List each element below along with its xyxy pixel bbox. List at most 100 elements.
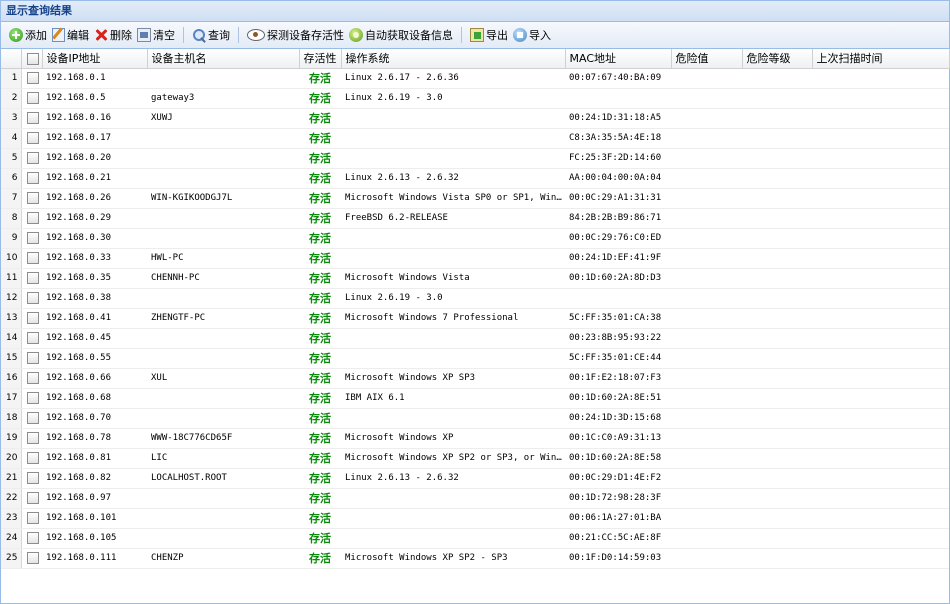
row-checkbox[interactable] <box>21 348 42 369</box>
row-checkbox[interactable] <box>21 408 42 429</box>
row-checkbox[interactable] <box>21 468 42 489</box>
table-row[interactable]: 11 192.168.0.35 CHENNH-PC 存活 Microsoft Windo… <box>1 268 949 289</box>
cell-risk-value <box>671 348 742 369</box>
cell-ip: 192.168.0.29 <box>42 208 147 229</box>
table-row[interactable]: 23 192.168.0.101 存活 00:06:1A:27:01:BA <box>1 508 949 529</box>
row-checkbox[interactable] <box>21 508 42 529</box>
column-header-hostname[interactable]: 设备主机名 <box>147 49 300 69</box>
row-checkbox[interactable] <box>21 148 42 169</box>
column-header-risk-value[interactable]: 危险值 <box>671 49 743 69</box>
select-all-checkbox[interactable] <box>21 49 43 69</box>
cell-mac: FC:25:3F:2D:14:60 <box>565 148 671 169</box>
table-row[interactable]: 8 192.168.0.29 存活 FreeBSD 6.2-RELEASE 84:2B:… <box>1 208 949 229</box>
table-row[interactable]: 13 192.168.0.41 ZHENGTF-PC 存活 Microsoft Wind… <box>1 308 949 329</box>
cell-os <box>341 408 565 429</box>
row-checkbox[interactable] <box>21 328 42 349</box>
delete-button[interactable]: 删除 <box>92 25 135 45</box>
cell-risk-level <box>742 388 812 409</box>
column-header-risk-level[interactable]: 危险等级 <box>742 49 813 69</box>
cell-status: 存活 <box>299 328 341 349</box>
row-checkbox[interactable] <box>21 368 42 389</box>
clear-button[interactable]: 清空 <box>135 25 178 45</box>
table-row[interactable]: 5 192.168.0.20 存活 FC:25:3F:2D:14:60 <box>1 148 949 169</box>
table-row[interactable]: 3 192.168.0.16 XUWJ 存活 00:24:1D:31:18:A5 <box>1 108 949 129</box>
add-button[interactable]: 添加 <box>7 25 50 45</box>
probe-liveness-label: 探测设备存活性 <box>267 29 344 42</box>
column-header-mac[interactable]: MAC地址 <box>565 49 672 69</box>
cell-ip: 192.168.0.82 <box>42 468 147 489</box>
row-checkbox[interactable] <box>21 428 42 449</box>
query-button[interactable]: 查询 <box>190 25 233 45</box>
row-checkbox[interactable] <box>21 288 42 309</box>
cell-last-scan <box>812 308 949 329</box>
edit-button[interactable]: 编辑 <box>50 25 92 45</box>
checkbox-icon <box>26 71 39 84</box>
row-checkbox[interactable] <box>21 268 42 289</box>
table-row[interactable]: 22 192.168.0.97 存活 00:1D:72:98:28:3F <box>1 488 949 509</box>
table-row[interactable]: 9 192.168.0.30 存活 00:0C:29:76:C0:ED <box>1 228 949 249</box>
cell-risk-value <box>671 408 742 429</box>
probe-liveness-button[interactable]: 探测设备存活性 <box>245 25 347 45</box>
grid-body: 1 192.168.0.1 存活 Linux 2.6.17 - 2.6.36 00:07… <box>1 68 949 569</box>
table-row[interactable]: 1 192.168.0.1 存活 Linux 2.6.17 - 2.6.36 00:07… <box>1 68 949 89</box>
cell-hostname: XUWJ <box>147 108 299 129</box>
import-button[interactable]: 导入 <box>511 25 554 45</box>
cell-mac: 00:1D:72:98:28:3F <box>565 488 671 509</box>
table-row[interactable]: 19 192.168.0.78 WWW-18C776CD65F 存活 Microsoft… <box>1 428 949 449</box>
table-row[interactable]: 24 192.168.0.105 存活 00:21:CC:5C:AE:8F <box>1 528 949 549</box>
import-label: 导入 <box>529 29 551 42</box>
cell-risk-level <box>742 68 812 89</box>
cell-ip: 192.168.0.101 <box>42 508 147 529</box>
auto-fetch-info-button[interactable]: 自动获取设备信息 <box>347 25 456 45</box>
row-checkbox[interactable] <box>21 108 42 129</box>
table-row[interactable]: 14 192.168.0.45 存活 00:23:8B:95:93:22 <box>1 328 949 349</box>
table-row[interactable]: 16 192.168.0.66 XUL 存活 Microsoft Windows XP … <box>1 368 949 389</box>
table-row[interactable]: 18 192.168.0.70 存活 00:24:1D:3D:15:68 <box>1 408 949 429</box>
row-checkbox[interactable] <box>21 388 42 409</box>
row-checkbox[interactable] <box>21 228 42 249</box>
cell-os: Linux 2.6.17 - 2.6.36 <box>341 68 565 89</box>
table-row[interactable]: 2 192.168.0.5 gateway3 存活 Linux 2.6.19 - 3.0 <box>1 88 949 109</box>
column-header-ip[interactable]: 设备IP地址 <box>42 49 148 69</box>
table-row[interactable]: 10 192.168.0.33 HWL-PC 存活 00:24:1D:EF:41:9F <box>1 248 949 269</box>
row-checkbox[interactable] <box>21 128 42 149</box>
row-checkbox[interactable] <box>21 188 42 209</box>
row-checkbox[interactable] <box>21 488 42 509</box>
row-checkbox[interactable] <box>21 548 42 569</box>
cell-ip: 192.168.0.21 <box>42 168 147 189</box>
column-header-os[interactable]: 操作系统 <box>341 49 566 69</box>
row-checkbox[interactable] <box>21 528 42 549</box>
eye-icon <box>247 29 265 41</box>
cell-ip: 192.168.0.111 <box>42 548 147 569</box>
table-row[interactable]: 4 192.168.0.17 存活 C8:3A:35:5A:4E:18 <box>1 128 949 149</box>
row-checkbox[interactable] <box>21 68 42 89</box>
cell-mac: 00:1D:60:2A:8E:58 <box>565 448 671 469</box>
export-button[interactable]: 导出 <box>468 25 511 45</box>
cell-risk-value <box>671 388 742 409</box>
row-checkbox[interactable] <box>21 168 42 189</box>
row-checkbox[interactable] <box>21 308 42 329</box>
table-row[interactable]: 25 192.168.0.111 CHENZP 存活 Microsoft Windows… <box>1 548 949 569</box>
table-row[interactable]: 12 192.168.0.38 存活 Linux 2.6.19 - 3.0 <box>1 288 949 309</box>
row-checkbox[interactable] <box>21 88 42 109</box>
row-checkbox[interactable] <box>21 248 42 269</box>
row-number: 14 <box>1 328 22 349</box>
cell-os <box>341 128 565 149</box>
cell-status: 存活 <box>299 348 341 369</box>
checkbox-icon <box>26 331 39 344</box>
cell-status: 存活 <box>299 528 341 549</box>
cell-last-scan <box>812 408 949 429</box>
row-checkbox[interactable] <box>21 208 42 229</box>
table-row[interactable]: 7 192.168.0.26 WIN-KGIKOODGJ7L 存活 Microsoft … <box>1 188 949 209</box>
cell-ip: 192.168.0.81 <box>42 448 147 469</box>
column-header-last-scan[interactable]: 上次扫描时间 <box>812 49 950 69</box>
cell-ip: 192.168.0.78 <box>42 428 147 449</box>
table-row[interactable]: 6 192.168.0.21 存活 Linux 2.6.13 - 2.6.32 AA:0… <box>1 168 949 189</box>
table-row[interactable]: 21 192.168.0.82 LOCALHOST.ROOT 存活 Linux 2.6.… <box>1 468 949 489</box>
table-row[interactable]: 20 192.168.0.81 LIC 存活 Microsoft Windows XP … <box>1 448 949 469</box>
column-header-status[interactable]: 存活性 <box>299 49 342 69</box>
table-row[interactable]: 15 192.168.0.55 存活 5C:FF:35:01:CE:44 <box>1 348 949 369</box>
table-row[interactable]: 17 192.168.0.68 存活 IBM AIX 6.1 00:1D:60:2A:8… <box>1 388 949 409</box>
row-checkbox[interactable] <box>21 448 42 469</box>
grid-header-row: 设备IP地址 设备主机名 存活性 操作系统 MAC地址 危险值 危险等级 上次扫… <box>1 49 950 69</box>
